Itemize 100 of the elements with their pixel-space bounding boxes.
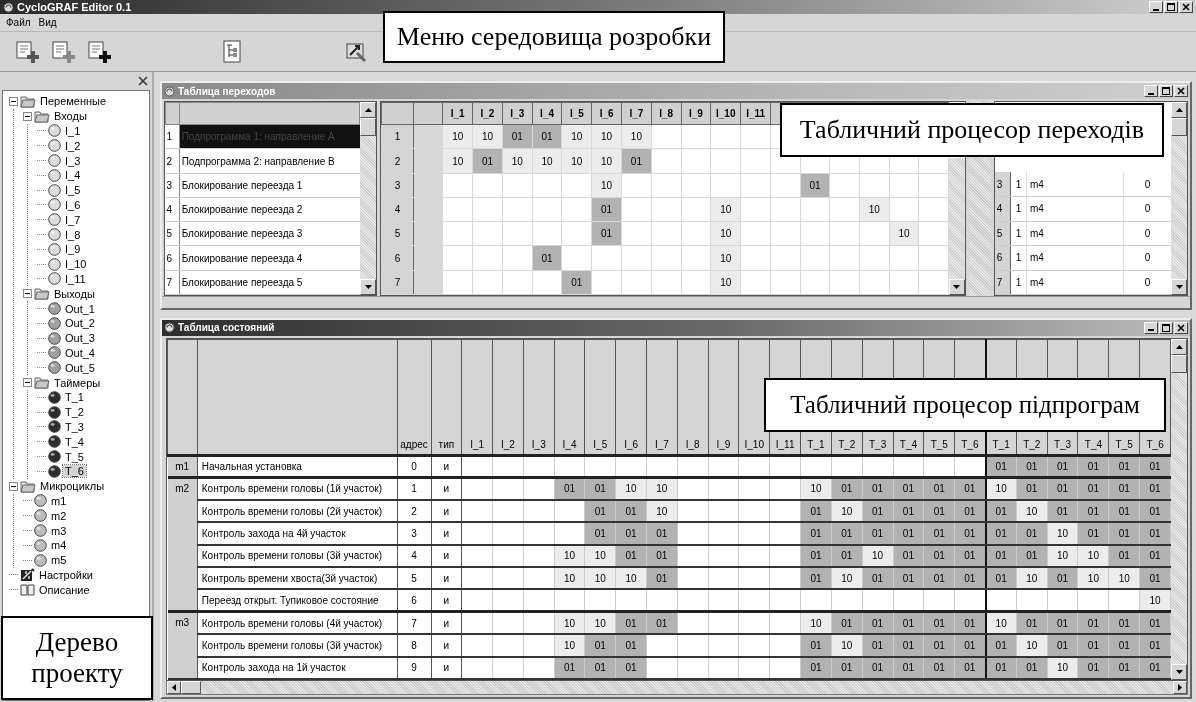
list-item[interactable]: Блокирование переезда 2 <box>179 197 360 222</box>
table-cell: 2 <box>397 499 431 523</box>
tree-item[interactable]: T_2 <box>63 406 86 419</box>
tree-item[interactable]: Out_5 <box>63 361 97 374</box>
tree-item[interactable]: T_3 <box>63 420 86 433</box>
table-cell: 6 <box>397 589 431 612</box>
table-cell: 01 <box>893 611 924 635</box>
table-cell: Контроль времени хвоста(3й участок) <box>197 567 398 590</box>
tree-item[interactable]: Микроциклы <box>38 480 107 493</box>
table-cell: 9 <box>397 656 431 679</box>
row-number: 3 <box>994 172 1011 197</box>
tree-item[interactable]: Описание <box>37 583 92 596</box>
tree-item[interactable]: Входы <box>52 110 89 123</box>
tree-item[interactable]: T_1 <box>63 391 86 404</box>
table-cell: m4 <box>1026 245 1124 270</box>
tree-item[interactable]: I_11 <box>63 272 88 285</box>
column-header: адрес <box>397 339 431 456</box>
column-header: I_11 <box>740 102 771 125</box>
table-cell: Контроль времени головы (2й участок) <box>197 499 398 523</box>
table-cell: 01 <box>646 611 678 635</box>
tree-item[interactable]: I_5 <box>63 184 83 197</box>
group-label: m2 <box>167 477 198 612</box>
tree-item[interactable]: Out_1 <box>63 302 97 315</box>
tree-item[interactable]: Out_3 <box>63 332 97 345</box>
table-cell: 01 <box>923 611 955 635</box>
tree-item[interactable]: m4 <box>49 539 69 552</box>
table-cell: и <box>431 522 462 545</box>
column-header: I_7 <box>621 102 652 125</box>
tree-item[interactable]: I_2 <box>63 139 83 152</box>
tree-item[interactable]: Переменные <box>38 95 109 108</box>
table-cell: 01 <box>1078 455 1109 478</box>
tree-item[interactable]: I_7 <box>63 213 83 226</box>
table-cell: 01 <box>831 477 863 500</box>
tree-item[interactable]: I_10 <box>63 258 89 271</box>
table-cell: 1 <box>1010 221 1027 246</box>
tree-item[interactable]: T_6 <box>63 465 86 478</box>
table-cell: 01 <box>985 455 1017 478</box>
table-cell: Контроль времени головы (4й участок) <box>197 611 398 635</box>
table-cell: 01 <box>862 477 893 500</box>
list-item[interactable]: Подпрограмма 2: направление В <box>179 148 360 174</box>
column-header: I_4 <box>554 339 585 456</box>
tree-item[interactable]: Таймеры <box>52 376 103 389</box>
list-item[interactable]: Блокирование переезда 1 <box>179 173 360 198</box>
table-cell: 1 <box>1010 245 1027 270</box>
list-item[interactable]: Блокирование переезда 3 <box>179 221 360 246</box>
table-cell: 1 <box>1010 172 1027 197</box>
tree-item[interactable]: I_1 <box>63 125 83 137</box>
table-cell: 01 <box>1016 477 1048 500</box>
table-cell: 01 <box>985 522 1017 545</box>
table-cell: 01 <box>985 567 1017 590</box>
tree-item[interactable]: Настройки <box>37 568 95 581</box>
tree-item[interactable]: I_6 <box>63 198 83 211</box>
tree-item[interactable]: Out_2 <box>63 317 97 330</box>
row-number: 6 <box>994 245 1011 270</box>
tree-item[interactable]: I_8 <box>63 228 83 241</box>
table-cell: 01 <box>1139 477 1171 500</box>
table-cell: 01 <box>985 499 1017 523</box>
row-number: 3 <box>381 173 414 198</box>
table-cell: и <box>431 544 462 568</box>
table-cell: 01 <box>1108 611 1140 635</box>
table-cell: 01 <box>985 634 1017 657</box>
tree-item[interactable]: m1 <box>49 494 69 507</box>
table-cell: 01 <box>584 477 616 500</box>
column-header: I_6 <box>615 339 647 456</box>
tree-item[interactable]: I_4 <box>63 169 83 182</box>
list-item[interactable]: Блокирование переезда 4 <box>179 245 360 271</box>
list-item[interactable]: Блокирование переезда 5 <box>179 270 360 295</box>
menu-item[interactable]: Файл <box>2 17 35 28</box>
table-cell: 01 <box>985 656 1017 679</box>
table-cell: 01 <box>1078 611 1109 635</box>
table-cell: Контроль времени головы (3й участок) <box>197 544 398 568</box>
row-number: 4 <box>165 197 180 222</box>
tree-item[interactable]: T_4 <box>63 435 86 448</box>
tree-item[interactable]: m2 <box>49 509 69 522</box>
menu-item[interactable]: Вид <box>34 17 61 28</box>
tree-item[interactable]: m5 <box>49 554 69 567</box>
table-cell: 01 <box>1047 455 1078 478</box>
tree-item[interactable]: Выходы <box>52 287 97 300</box>
table-cell: 01 <box>831 611 863 635</box>
tree-item[interactable]: T_5 <box>63 450 86 463</box>
tree-item[interactable]: I_3 <box>63 154 83 167</box>
table-cell: Контроль времени головы (1й участок) <box>197 477 398 500</box>
tree-item[interactable]: Out_4 <box>63 346 97 359</box>
row-number: 4 <box>381 197 414 222</box>
row-number: 4 <box>994 196 1011 221</box>
row-number: 3 <box>165 173 180 198</box>
column-header: I_3 <box>523 339 555 456</box>
table-cell: 5 <box>397 567 431 590</box>
window-title: CycloGRAF Editor 0.1 <box>17 1 132 13</box>
column-header: I_8 <box>651 102 682 125</box>
column-header: I_6 <box>591 102 622 125</box>
row-number: 7 <box>994 270 1011 295</box>
table-cell: 10 <box>554 611 585 635</box>
table-cell: 01 <box>1047 611 1078 635</box>
table-cell: и <box>431 589 462 612</box>
tree-item[interactable]: m3 <box>49 524 69 537</box>
tree-item[interactable]: I_9 <box>63 243 83 256</box>
table-cell: 01 <box>923 477 955 500</box>
column-header: I_9 <box>681 102 711 125</box>
table-cell: 01 <box>954 477 986 500</box>
